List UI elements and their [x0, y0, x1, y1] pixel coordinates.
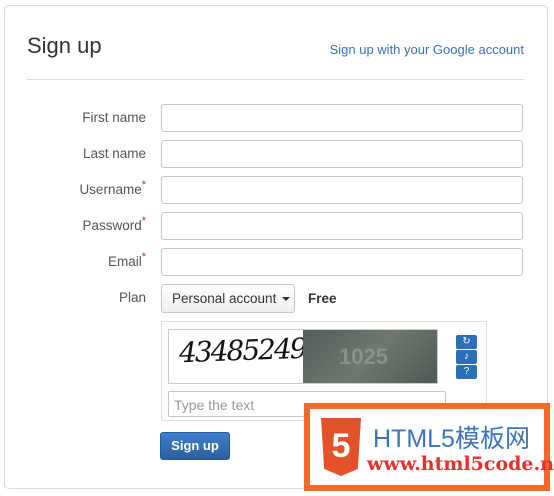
required-marker: * [141, 251, 146, 263]
caret-down-icon [282, 297, 291, 302]
plan-selected: Personal account [172, 291, 277, 306]
audio-icon[interactable]: ♪ [456, 350, 477, 364]
captcha-word-left: 43485249 [169, 330, 306, 383]
watermark: 5 HTML5模板网 www.html5code.net [304, 403, 554, 491]
watermark-url: www.html5code.net [367, 453, 554, 475]
password-input[interactable] [161, 212, 523, 240]
refresh-icon[interactable]: ↻ [456, 335, 477, 349]
first-name-input[interactable] [161, 104, 523, 132]
required-marker: * [141, 215, 146, 227]
header-divider [27, 79, 524, 80]
required-marker: * [141, 179, 146, 191]
plan-price: Free [308, 291, 337, 306]
email-label: Email* [107, 251, 146, 269]
email-input[interactable] [161, 248, 523, 276]
captcha-image: 43485249 1025 [168, 329, 438, 384]
signup-button[interactable]: Sign up [160, 432, 230, 460]
html5-badge-icon: 5 [321, 418, 361, 476]
last-name-label: Last name [82, 146, 146, 161]
username-input[interactable] [161, 176, 523, 204]
watermark-title: HTML5模板网 [373, 425, 530, 453]
google-signup-link[interactable]: Sign up with your Google account [330, 42, 524, 57]
page-title: Sign up [27, 33, 102, 58]
first-name-label: First name [82, 110, 146, 125]
password-label: Password* [82, 215, 146, 233]
username-label: Username* [79, 179, 146, 197]
plan-dropdown[interactable]: Personal account [161, 284, 295, 313]
last-name-input[interactable] [161, 140, 523, 168]
plan-label: Plan [118, 290, 146, 305]
captcha-word-right: 1025 [303, 330, 437, 383]
help-icon[interactable]: ? [456, 365, 477, 379]
